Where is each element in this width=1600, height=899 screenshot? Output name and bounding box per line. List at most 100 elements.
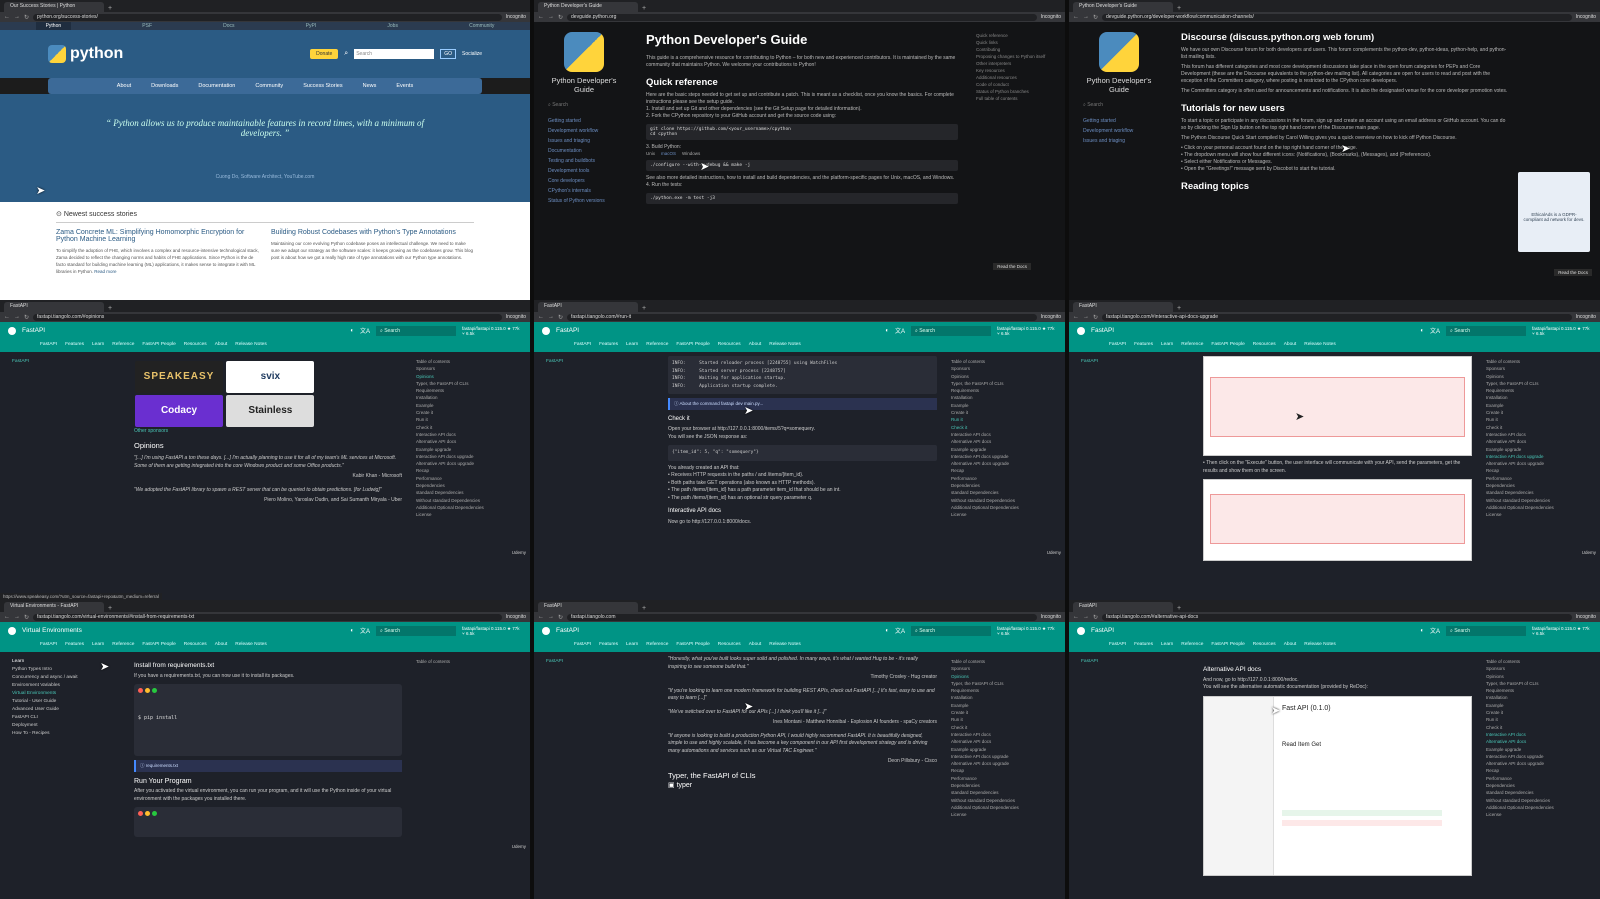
search-input[interactable]: ⌕ Search (911, 625, 991, 636)
forward-icon[interactable]: → (548, 14, 554, 20)
sidebar-item[interactable]: CPython's internals (548, 186, 620, 196)
tab-about[interactable]: About (749, 639, 762, 652)
sidebar-item[interactable]: Development tools (548, 166, 620, 176)
search-input[interactable]: ⌕ Search (376, 625, 456, 636)
toc-item[interactable]: Performance (416, 475, 524, 482)
language-icon[interactable]: 文A (895, 326, 905, 335)
toc-item[interactable]: Alternative API docs (1486, 438, 1594, 445)
toc-item[interactable]: Additional Optional Dependencies (951, 504, 1059, 511)
browser-tab[interactable]: FastAPI (4, 302, 104, 312)
toc-item[interactable]: standard Dependencies (951, 489, 1059, 496)
read-the-docs-badge[interactable]: Read the Docs (993, 263, 1031, 270)
toc-item[interactable]: Create it (951, 709, 1059, 716)
tab-features[interactable]: Features (599, 339, 618, 352)
tab-fastapi[interactable]: FastAPI (1109, 639, 1126, 652)
toc-item[interactable]: Interactive API docs (1486, 731, 1594, 738)
toc-item[interactable]: Without standard Dependencies (951, 497, 1059, 504)
repo-link[interactable]: fastapi/fastapi 0.115.0 ★ 77k ⑂ 6.5k (462, 626, 522, 636)
back-icon[interactable]: ← (538, 14, 544, 20)
other-sponsors-link[interactable]: Other sponsors (134, 428, 402, 436)
fastapi-logo-icon[interactable] (1077, 326, 1085, 335)
tab-learn[interactable]: Learn (92, 339, 104, 352)
tab-fastapi[interactable]: FastAPI (1109, 339, 1126, 352)
search-input[interactable]: ⌕ Search (911, 325, 991, 336)
tab-reference[interactable]: Reference (1181, 339, 1203, 352)
back-icon[interactable]: ← (4, 14, 10, 20)
tab-learn[interactable]: Learn (92, 639, 104, 652)
collapsible-note[interactable]: ⓘ About the command fastapi dev main.py.… (668, 398, 937, 410)
tab-release-notes[interactable]: Release Notes (1304, 339, 1335, 352)
browser-tab[interactable]: Our Success Stories | Python (4, 2, 104, 12)
toc-item[interactable]: Alternative API docs upgrade (1486, 460, 1594, 467)
repo-link[interactable]: fastapi/fastapi 0.115.0 ★ 77k ⑂ 6.5k (997, 626, 1057, 636)
tab-reference[interactable]: Reference (646, 339, 668, 352)
top-nav-docs[interactable]: Docs (223, 22, 234, 30)
toc-item[interactable]: Requirements (951, 387, 1059, 394)
toc-item[interactable]: Additional Optional Dependencies (416, 504, 524, 511)
toc-item[interactable]: Typer, the FastAPI of CLIs (1486, 380, 1594, 387)
back-icon[interactable]: ← (1073, 314, 1079, 320)
fastapi-logo-icon[interactable] (8, 626, 16, 635)
url-field[interactable]: python.org/success-stories/ (33, 13, 502, 21)
toc-item[interactable]: Check it (1486, 724, 1594, 731)
sponsor-stainless[interactable]: Stainless (226, 395, 315, 427)
donate-button[interactable]: Donate (310, 49, 339, 59)
toc-item[interactable]: Recap (951, 767, 1059, 774)
toc-item[interactable]: Installation (951, 394, 1059, 401)
reload-icon[interactable]: ↻ (1093, 314, 1098, 321)
tab-reference[interactable]: Reference (112, 339, 134, 352)
toc-item[interactable]: Check it (1486, 424, 1594, 431)
url-field[interactable]: devguide.python.org/developer-workflow/c… (1102, 13, 1572, 21)
sidebar-search[interactable]: ⌕ Search (1083, 102, 1155, 108)
toc-item[interactable]: Contributing (976, 46, 1059, 53)
toc-item[interactable]: Additional resources (976, 74, 1059, 81)
tab-features[interactable]: Features (1134, 639, 1153, 652)
back-icon[interactable]: ← (1073, 14, 1079, 20)
back-icon[interactable]: ← (4, 314, 10, 320)
toc-item[interactable]: Check it (951, 724, 1059, 731)
story-title[interactable]: Building Robust Codebases with Python's … (271, 229, 474, 236)
new-tab-icon[interactable]: + (108, 305, 112, 312)
back-icon[interactable]: ← (1073, 614, 1079, 620)
sidebar-item[interactable]: Testing and buildbots (548, 156, 620, 166)
toc-item[interactable]: standard Dependencies (1486, 789, 1594, 796)
tab-fastapi[interactable]: FastAPI (574, 339, 591, 352)
tab-resources[interactable]: Resources (718, 639, 741, 652)
toc-item[interactable]: Without standard Dependencies (951, 797, 1059, 804)
tab-fastapi[interactable]: FastAPI (40, 339, 57, 352)
toc-item[interactable]: Opinions (1486, 373, 1594, 380)
toc-item[interactable]: Run it (416, 416, 524, 423)
toc-item[interactable]: Interactive API docs (951, 731, 1059, 738)
toc-item[interactable]: Status of Python branches (976, 88, 1059, 95)
tab-reference[interactable]: Reference (646, 639, 668, 652)
sidebar-item[interactable]: Core developers (548, 176, 620, 186)
collapsible-note[interactable]: ⓘ requirements.txt (134, 760, 402, 772)
tab-people[interactable]: FastAPI People (1211, 339, 1244, 352)
tab-people[interactable]: FastAPI People (142, 639, 175, 652)
toc-item[interactable]: Recap (951, 467, 1059, 474)
nav-events[interactable]: Events (396, 78, 413, 94)
tab-features[interactable]: Features (599, 639, 618, 652)
toc-item[interactable]: Installation (951, 694, 1059, 701)
toc-item[interactable]: Interactive API docs (416, 431, 524, 438)
tab-reference[interactable]: Reference (1181, 639, 1203, 652)
theme-toggle-icon[interactable]: ◐ (1420, 628, 1424, 634)
nav-item[interactable]: FastAPI (12, 358, 114, 366)
toc-item[interactable]: License (1486, 511, 1594, 518)
sidebar-item[interactable]: Development workflow (548, 126, 620, 136)
tab-about[interactable]: About (215, 639, 228, 652)
forward-icon[interactable]: → (14, 14, 20, 20)
fastapi-logo-icon[interactable] (1077, 626, 1085, 635)
toc-item[interactable]: standard Dependencies (951, 789, 1059, 796)
tab-release-notes[interactable]: Release Notes (769, 339, 800, 352)
python-logo[interactable]: python (48, 45, 123, 63)
tab-release-notes[interactable]: Release Notes (235, 639, 266, 652)
new-tab-icon[interactable]: + (108, 605, 112, 612)
toc-item[interactable]: Interactive API docs upgrade (1486, 453, 1594, 460)
url-field[interactable]: devguide.python.org (567, 13, 1037, 21)
toc-item[interactable]: Example (1486, 402, 1594, 409)
nav-item[interactable]: Tutorial - User Guide (12, 698, 114, 706)
toc-item[interactable]: Sponsors (951, 665, 1059, 672)
toc-item[interactable]: Full table of contents (976, 95, 1059, 102)
toc-item[interactable]: Code of conduct (976, 81, 1059, 88)
